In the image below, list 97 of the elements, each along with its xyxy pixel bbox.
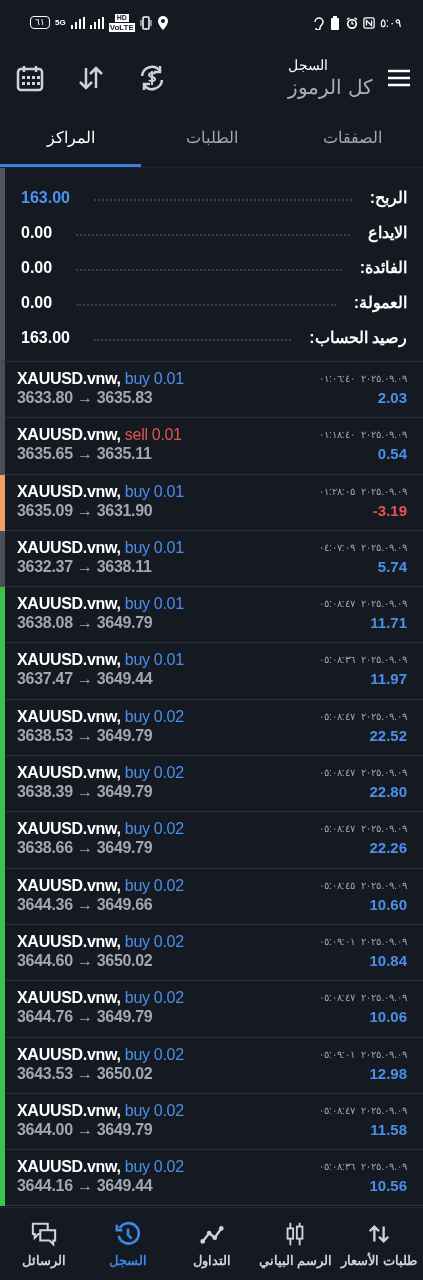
summary-label: الايداع [368, 223, 407, 242]
timestamp: ٢٠٢٥.٠٩.٠٩ ٠٥:٠٨:٤٧ [319, 992, 407, 1004]
position-title: XAUUSD.vnw, buy 0.02 [17, 932, 184, 951]
summary-value: 163.00 [21, 328, 70, 347]
profit-value: 11.71 [370, 614, 407, 632]
summary-value: 0.00 [21, 258, 53, 277]
volte-badge: VoLTE [108, 22, 135, 32]
tab[interactable]: الطلبات [141, 110, 282, 167]
position-title: XAUUSD.vnw, sell 0.01 [17, 426, 182, 445]
timestamp: ٢٠٢٥.٠٩.٠٩ ٠١:١٨:٤٠ [319, 429, 407, 441]
summary-label: العمولة: [353, 293, 407, 312]
timestamp: ٢٠٢٥.٠٩.٠٩ ٠٥:٠٨:٣٦ [319, 654, 407, 666]
position-title: XAUUSD.vnw, buy 0.02 [17, 989, 184, 1008]
summary-label: رصيد الحساب: [309, 328, 407, 347]
price-range: 3643.53 → 3650.02 [17, 1064, 154, 1083]
hearing-icon [311, 15, 324, 30]
profit-value: 10.56 [369, 1177, 407, 1195]
nav-item[interactable]: التداول [169, 1208, 254, 1280]
timestamp: ٢٠٢٥.٠٩.٠٩ ٠١:٠٦:٤٠ [319, 373, 407, 384]
price-range: 3638.53 → 3649.79 [17, 726, 154, 745]
profit-value: 10.84 [369, 951, 407, 969]
vibrate-icon [139, 15, 152, 30]
profit-value: 11.97 [370, 670, 407, 688]
summary-value: 163.00 [21, 188, 70, 207]
price-range: 3638.39 → 3649.79 [17, 783, 154, 802]
battery-icon [328, 15, 341, 30]
position-title: XAUUSD.vnw, buy 0.02 [17, 707, 184, 726]
position-title: XAUUSD.vnw, buy 0.02 [17, 820, 184, 839]
price-range: 3644.76 → 3649.79 [17, 1008, 154, 1027]
currency-refresh-icon[interactable] [138, 63, 166, 92]
price-range: 3644.60 → 3650.02 [17, 951, 154, 970]
timestamp: ٢٠٢٥.٠٩.٠٩ ٠١:٢٨:٠٥ [319, 485, 407, 497]
nfc-icon [362, 15, 375, 30]
menu-icon[interactable] [387, 67, 411, 88]
profit-value: 11.58 [370, 1120, 407, 1138]
position-title: XAUUSD.vnw, buy 0.01 [17, 651, 184, 670]
price-range: 3633.80 → 3635.83 [17, 389, 154, 407]
position-title: XAUUSD.vnw, buy 0.02 [17, 876, 184, 895]
price-range: 3635.65 → 3635.11 [17, 445, 153, 464]
profit-value: 22.26 [369, 839, 407, 857]
timestamp: ٢٠٢٥.٠٩.٠٩ ٠٥:٠٨:٤٧ [319, 767, 407, 779]
summary-label: الربح: [369, 188, 407, 207]
summary-value: 0.00 [21, 223, 53, 242]
nav-item[interactable]: السجل [85, 1208, 170, 1280]
position-title: XAUUSD.vnw, buy 0.02 [17, 1045, 184, 1064]
symbol-filter[interactable]: كل الرموز [288, 74, 373, 99]
page-title: السجل [288, 56, 329, 73]
timestamp: ٢٠٢٥.٠٩.٠٩ ٠٥:٠٨:٤٧ [319, 1104, 407, 1116]
location-icon [156, 15, 169, 30]
tab[interactable]: الصفقات [282, 110, 423, 167]
summary-label: الفائدة: [359, 258, 407, 277]
profit-value: 2.03 [377, 389, 407, 406]
summary-value: 0.00 [21, 293, 53, 312]
price-range: 3644.16 → 3649.44 [17, 1177, 154, 1196]
network-label: 5G [55, 18, 66, 27]
position-title: XAUUSD.vnw, buy 0.02 [17, 764, 184, 783]
profit-value: -3.19 [372, 501, 407, 519]
profit-value: 12.98 [369, 1064, 407, 1082]
position-title: XAUUSD.vnw, buy 0.02 [17, 1101, 184, 1120]
price-range: 3635.09 → 3631.90 [17, 501, 154, 520]
nav-item[interactable]: طلبات الأسعار [337, 1208, 421, 1280]
timestamp: ٢٠٢٥.٠٩.٠٩ ٠٤:٠٧:٠٩ [319, 541, 407, 553]
chat-icon [30, 1220, 57, 1247]
timestamp: ٢٠٢٥.٠٩.٠٩ ٠٥:٠٩:٠١ [319, 935, 407, 947]
timestamp: ٢٠٢٥.٠٩.٠٩ ٠٥:٠٨:٤٧ [319, 598, 407, 610]
position-title: XAUUSD.vnw, buy 0.01 [17, 595, 184, 614]
signal-icon [89, 16, 104, 29]
position-title: XAUUSD.vnw, buy 0.02 [17, 1158, 184, 1177]
calendar-icon[interactable] [16, 63, 44, 92]
position-title: XAUUSD.vnw, buy 0.01 [17, 370, 184, 388]
signal-icon [70, 16, 85, 29]
price-range: 3637.47 → 3649.44 [17, 670, 154, 689]
battery-indicator: ٦١ [30, 16, 50, 29]
price-range: 3638.08 → 3649.79 [17, 614, 154, 633]
price-range: 3638.66 → 3649.79 [17, 839, 154, 858]
profit-value: 0.54 [377, 445, 407, 463]
position-title: XAUUSD.vnw, buy 0.01 [17, 538, 184, 557]
nav-item[interactable]: الرسائل [2, 1208, 86, 1280]
profit-value: 5.74 [377, 557, 407, 575]
price-range: 3644.36 → 3649.66 [17, 895, 154, 914]
profit-value: 10.60 [369, 895, 407, 913]
profit-value: 10.06 [369, 1008, 407, 1026]
price-range: 3632.37 → 3638.11 [17, 557, 153, 576]
timestamp: ٢٠٢٥.٠٩.٠٩ ٠٥:٠٨:٤٥ [319, 879, 407, 891]
timestamp: ٢٠٢٥.٠٩.٠٩ ٠٥:٠٩:٠١ [319, 1048, 407, 1060]
profit-value: 22.52 [369, 726, 407, 744]
history-icon [114, 1220, 141, 1247]
profit-value: 22.80 [369, 783, 407, 801]
nav-item[interactable]: الرسم البياني [253, 1208, 338, 1280]
price-range: 3644.00 → 3649.79 [17, 1120, 154, 1139]
timestamp: ٢٠٢٥.٠٩.٠٩ ٠٥:٠٨:٤٧ [319, 823, 407, 835]
alarm-icon [345, 15, 358, 30]
position-title: XAUUSD.vnw, buy 0.01 [17, 482, 184, 501]
tab[interactable]: المراكز [0, 110, 141, 167]
timestamp: ٢٠٢٥.٠٩.٠٩ ٠٥:٠٨:٣٦ [319, 1161, 407, 1173]
clock-time: ٥:٠٩ [379, 15, 401, 30]
timestamp: ٢٠٢٥.٠٩.٠٩ ٠٥:٠٨:٤٧ [319, 710, 407, 722]
